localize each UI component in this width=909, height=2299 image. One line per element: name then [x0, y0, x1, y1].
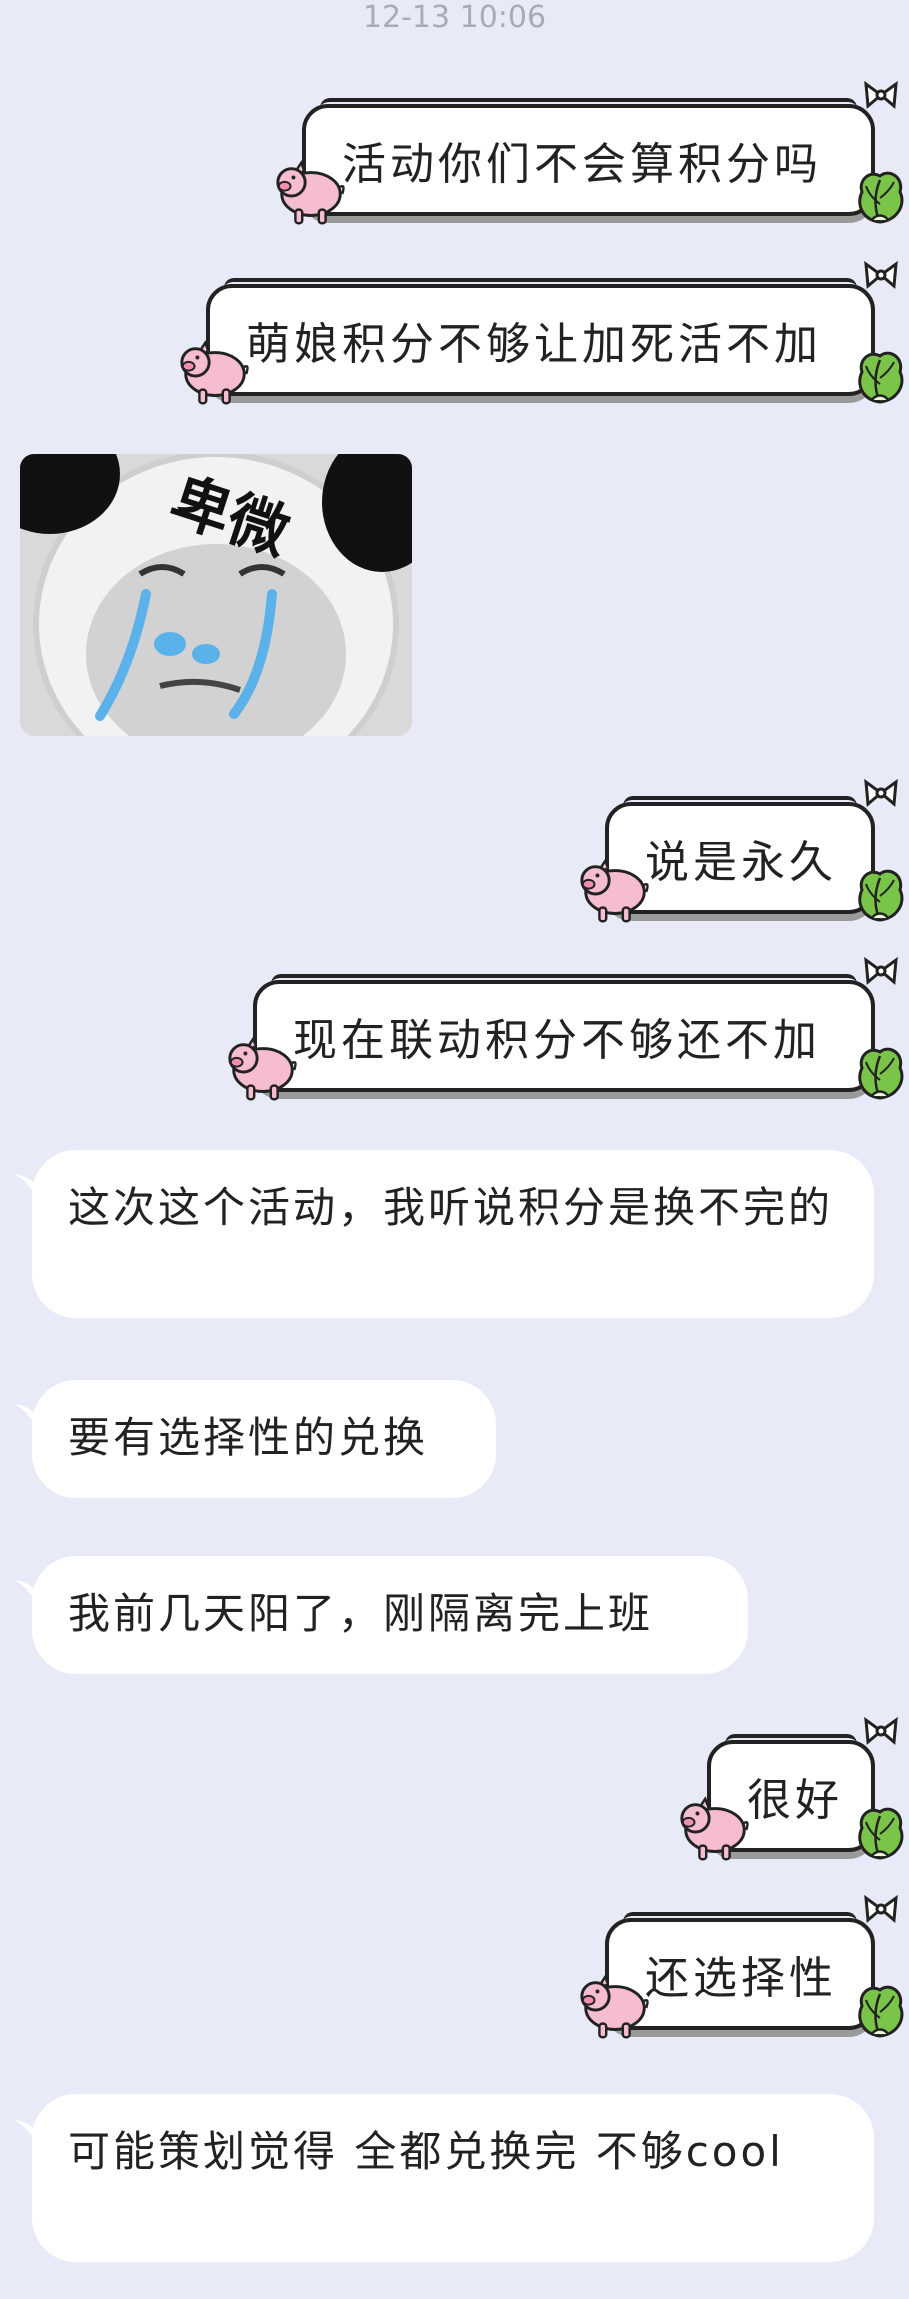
bowtie-icon: [864, 262, 898, 288]
pig-icon: [580, 859, 649, 923]
pig-icon: [680, 1797, 749, 1861]
message-text: 要有选择性的兑换: [68, 1413, 429, 1462]
incoming-bubble[interactable]: 这次这个活动，我听说积分是换不完的: [32, 1150, 874, 1318]
message-text: 还选择性: [645, 1953, 837, 2004]
pig-icon: [228, 1037, 297, 1101]
message-text: 现在联动积分不够还不加: [293, 1015, 821, 1066]
outgoing-bubble[interactable]: 活动你们不会算积分吗: [302, 98, 875, 216]
bowtie-icon: [864, 780, 898, 806]
incoming-bubble[interactable]: 我前几天阳了，刚隔离完上班: [32, 1556, 748, 1674]
incoming-bubble[interactable]: 要有选择性的兑换: [32, 1380, 496, 1498]
incoming-bubble[interactable]: 可能策划觉得 全都兑换完 不够cool: [32, 2094, 874, 2262]
pig-icon: [580, 1975, 649, 2039]
sticker-image[interactable]: 卑微: [20, 454, 412, 736]
bowtie-icon: [864, 1896, 898, 1922]
cabbage-icon: [858, 1807, 904, 1860]
outgoing-bubble[interactable]: 萌娘积分不够让加死活不加: [206, 278, 875, 396]
message-row-outgoing: 现在联动积分不够还不加: [0, 958, 909, 1122]
message-row-outgoing: 很好: [0, 1718, 909, 1882]
message-text: 活动你们不会算积分吗: [342, 139, 822, 190]
message-row-outgoing: 说是永久: [0, 780, 909, 944]
message-text: 可能策划觉得 全都兑换完 不够cool: [68, 2127, 784, 2176]
outgoing-bubble[interactable]: 现在联动积分不够还不加: [253, 974, 875, 1092]
message-text: 萌娘积分不够让加死活不加: [246, 319, 822, 370]
message-row-outgoing: 还选择性: [0, 1896, 909, 2060]
bowtie-icon: [864, 82, 898, 108]
message-text: 很好: [747, 1775, 843, 1826]
message-text: 这次这个活动，我听说积分是换不完的: [68, 1183, 834, 1232]
cabbage-icon: [858, 869, 904, 922]
cabbage-icon: [858, 351, 904, 404]
message-row-outgoing: 活动你们不会算积分吗: [0, 82, 909, 246]
pig-icon: [276, 161, 345, 225]
bowtie-icon: [864, 958, 898, 984]
cabbage-icon: [858, 1047, 904, 1100]
pig-icon: [180, 341, 249, 405]
crying-panda-meme-icon: 卑微: [20, 454, 412, 736]
message-text: 说是永久: [645, 837, 837, 888]
message-text: 我前几天阳了，刚隔离完上班: [68, 1589, 654, 1638]
cabbage-icon: [858, 171, 904, 224]
bowtie-icon: [864, 1718, 898, 1744]
cabbage-icon: [858, 1985, 904, 2038]
message-timestamp: 12-13 10:06: [362, 0, 547, 35]
message-row-outgoing: 萌娘积分不够让加死活不加: [0, 262, 909, 426]
